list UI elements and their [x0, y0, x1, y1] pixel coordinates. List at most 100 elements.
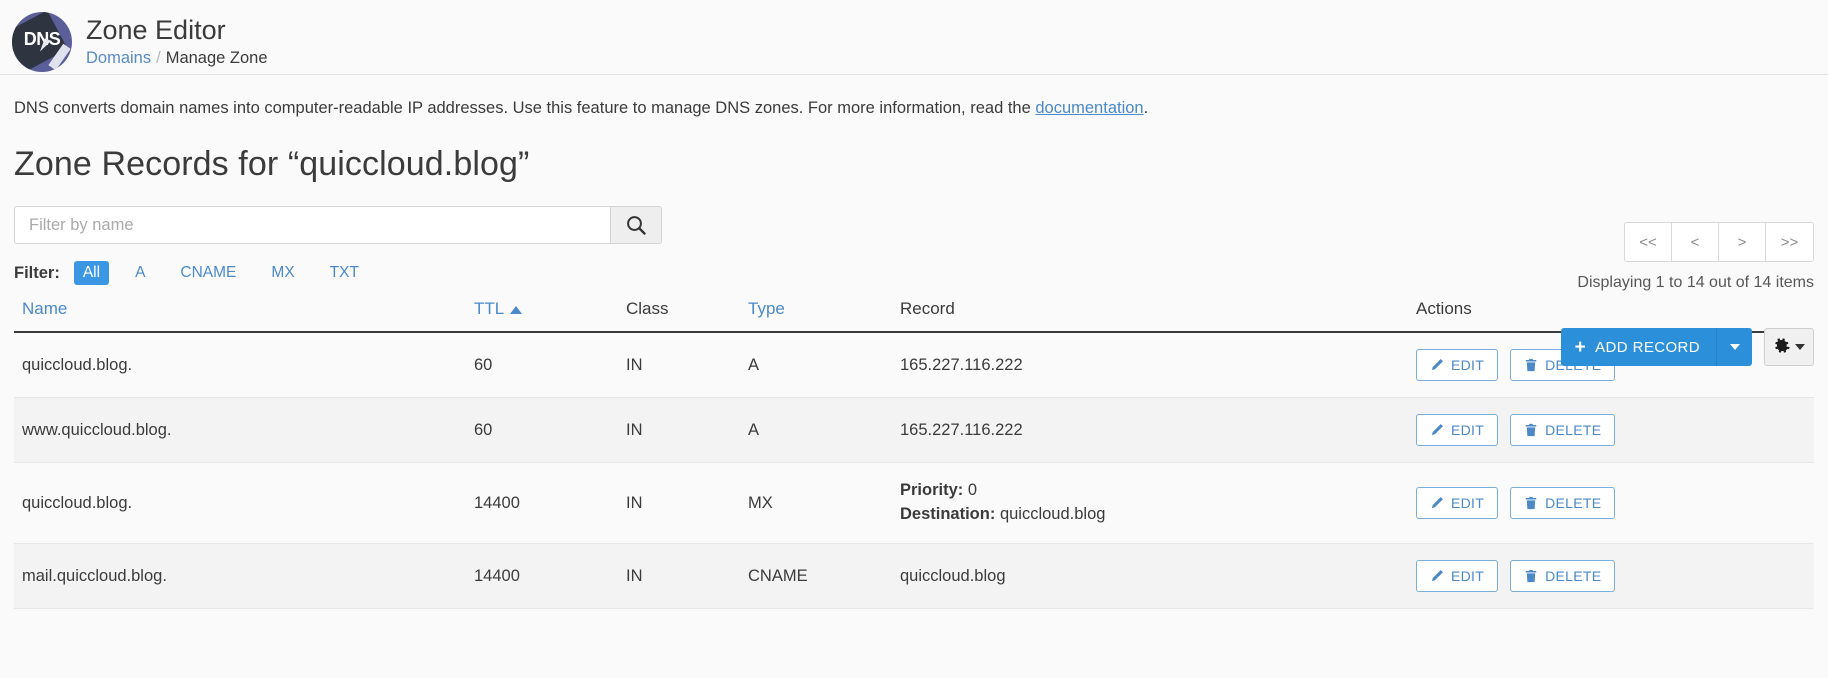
- settings-button[interactable]: [1764, 328, 1814, 366]
- add-record-button[interactable]: + ADD RECORD: [1560, 328, 1716, 366]
- edit-button[interactable]: EDIT: [1416, 487, 1499, 520]
- cell-type: MX: [748, 462, 900, 545]
- column-header-name[interactable]: Name: [14, 299, 474, 334]
- sort-ascending-icon: [510, 305, 523, 314]
- filter-label: Filter:: [14, 263, 60, 282]
- delete-label: DELETE: [1545, 568, 1602, 585]
- breadcrumb: Domains / Manage Zone: [86, 49, 268, 69]
- trash-icon: [1524, 496, 1538, 510]
- column-header-type[interactable]: Type: [748, 299, 900, 334]
- delete-button[interactable]: DELETE: [1510, 487, 1616, 520]
- pencil-icon: [1430, 496, 1444, 510]
- search-button[interactable]: [610, 206, 662, 245]
- cell-record: Priority: 0 Destination: quiccloud.blog: [900, 462, 1408, 545]
- search-group: [14, 206, 662, 245]
- cell-name: quiccloud.blog.: [14, 332, 474, 399]
- pagination-area: << < > >> Displaying 1 to 14 out of 14 i…: [1514, 222, 1814, 292]
- record-priority-line: Priority: 0: [900, 479, 1408, 503]
- delete-label: DELETE: [1545, 422, 1602, 439]
- plus-icon: +: [1574, 336, 1587, 358]
- delete-button[interactable]: DELETE: [1510, 414, 1616, 447]
- filter-chip-cname[interactable]: CNAME: [171, 261, 245, 285]
- chevron-down-icon: [1795, 344, 1805, 350]
- column-header-ttl-label[interactable]: TTL: [474, 299, 504, 318]
- table-body: quiccloud.blog. 60 IN A 165.227.116.222 …: [14, 332, 1814, 610]
- table-header-row: Name TTL Class Type Record Actions: [14, 299, 1814, 334]
- column-header-type-label[interactable]: Type: [748, 299, 785, 318]
- pagination-last-button[interactable]: >>: [1766, 223, 1813, 261]
- edit-label: EDIT: [1451, 422, 1485, 439]
- pagination-prev-button[interactable]: <: [1672, 223, 1719, 261]
- table-row: quiccloud.blog. 14400 IN MX Priority: 0 …: [14, 462, 1814, 545]
- record-destination-value: quiccloud.blog: [999, 505, 1106, 524]
- cell-name: mail.quiccloud.blog.: [14, 543, 474, 610]
- trash-icon: [1524, 358, 1538, 372]
- column-header-ttl[interactable]: TTL: [474, 299, 626, 334]
- zone-records-title: Zone Records for “quiccloud.blog”: [14, 145, 530, 184]
- column-header-record: Record: [900, 299, 1408, 334]
- cell-ttl: 14400: [474, 462, 626, 545]
- column-header-name-label[interactable]: Name: [22, 299, 67, 318]
- record-priority-value: 0: [967, 481, 978, 500]
- breadcrumb-current: Manage Zone: [165, 49, 268, 68]
- table-row: www.quiccloud.blog. 60 IN A 165.227.116.…: [14, 397, 1814, 464]
- breadcrumb-domains-link[interactable]: Domains: [86, 49, 151, 67]
- dns-logo-icon: DNS: [12, 12, 72, 72]
- filter-chip-txt[interactable]: TXT: [321, 261, 368, 285]
- filter-chip-mx[interactable]: MX: [262, 261, 303, 285]
- pagination-status: Displaying 1 to 14 out of 14 items: [1577, 274, 1814, 291]
- cell-class: IN: [626, 462, 748, 545]
- chevron-down-icon: [1729, 344, 1740, 350]
- cell-type: A: [748, 397, 900, 464]
- documentation-link[interactable]: documentation: [1035, 99, 1143, 117]
- table-head: Name TTL Class Type Record Actions: [14, 299, 1814, 334]
- header-titles: Zone Editor Domains / Manage Zone: [86, 15, 268, 69]
- search-input[interactable]: [14, 206, 610, 245]
- delete-label: DELETE: [1545, 495, 1602, 512]
- trash-icon: [1524, 423, 1538, 437]
- filter-chip-all[interactable]: All: [73, 261, 110, 286]
- pencil-icon: [1430, 423, 1444, 437]
- cell-ttl: 60: [474, 397, 626, 464]
- intro-text: DNS converts domain names into computer-…: [0, 75, 1828, 119]
- gear-icon: [1773, 337, 1790, 357]
- add-record-label: ADD RECORD: [1595, 338, 1700, 356]
- cell-record: quiccloud.blog: [900, 543, 1408, 610]
- pencil-icon: [1430, 358, 1444, 372]
- cell-actions: EDIT DELETE: [1408, 543, 1814, 610]
- cell-class: IN: [626, 332, 748, 399]
- cell-name: quiccloud.blog.: [14, 462, 474, 545]
- record-destination-line: Destination: quiccloud.blog: [900, 503, 1408, 527]
- table-row: mail.quiccloud.blog. 14400 IN CNAME quic…: [14, 543, 1814, 610]
- filter-chip-a[interactable]: A: [126, 261, 154, 285]
- delete-button[interactable]: DELETE: [1510, 560, 1616, 593]
- zone-editor-page: DNS Zone Editor Domains / Manage Zone DNS …: [0, 0, 1828, 678]
- cell-class: IN: [626, 543, 748, 610]
- edit-button[interactable]: EDIT: [1416, 349, 1499, 382]
- cell-type: A: [748, 332, 900, 399]
- cell-record: 165.227.116.222: [900, 397, 1408, 464]
- edit-label: EDIT: [1451, 495, 1485, 512]
- add-record-dropdown-button[interactable]: [1716, 328, 1752, 366]
- pagination-first-button[interactable]: <<: [1625, 223, 1672, 261]
- edit-label: EDIT: [1451, 357, 1485, 374]
- column-header-class-label: Class: [626, 299, 669, 319]
- toolbar-actions: + ADD RECORD: [1560, 328, 1814, 366]
- pagination-next-button[interactable]: >: [1719, 223, 1766, 261]
- column-header-record-label: Record: [900, 299, 955, 319]
- cell-type: CNAME: [748, 543, 900, 610]
- edit-button[interactable]: EDIT: [1416, 560, 1499, 593]
- cell-name: www.quiccloud.blog.: [14, 397, 474, 464]
- edit-label: EDIT: [1451, 568, 1485, 585]
- search-icon: [625, 214, 647, 236]
- cell-ttl: 60: [474, 332, 626, 399]
- cell-actions: EDIT DELETE: [1408, 397, 1814, 464]
- trash-icon: [1524, 569, 1538, 583]
- cell-actions: EDIT DELETE: [1408, 462, 1814, 545]
- record-destination-label: Destination:: [900, 505, 996, 524]
- column-header-class: Class: [626, 299, 748, 334]
- zone-records-table: Name TTL Class Type Record Actions quicc…: [14, 299, 1814, 610]
- page-header: DNS Zone Editor Domains / Manage Zone: [0, 0, 1828, 74]
- cell-ttl: 14400: [474, 543, 626, 610]
- edit-button[interactable]: EDIT: [1416, 414, 1499, 447]
